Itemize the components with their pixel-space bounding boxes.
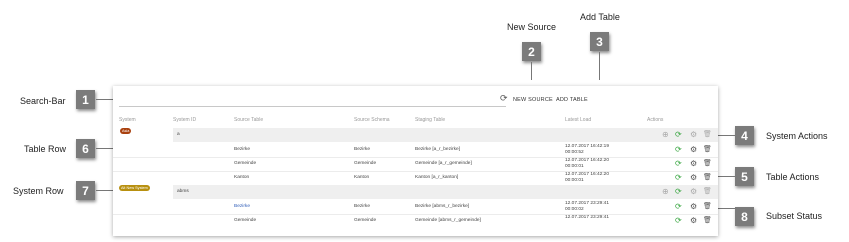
latest-load: 12.07.2017 16:42:20 00:00:01 (565, 158, 609, 170)
refresh-icon[interactable]: ⟳ (675, 145, 682, 155)
callout-badge-2: 2 (522, 42, 541, 61)
table-row[interactable]: Bezirke Bezirke Bezirke [abms_r_bezirke]… (113, 200, 718, 214)
callout-label-add-table: Add Table (580, 12, 620, 22)
staging-table: Bezirke [a_r_bezirke] (415, 147, 461, 152)
settings-icon[interactable]: ⚙ (690, 159, 697, 169)
settings-icon[interactable]: ⚙ (690, 202, 697, 212)
header-staging-table: Staging Table (415, 117, 446, 123)
system-badge: Asia (120, 128, 132, 134)
source-schema: Gemeinde (354, 161, 377, 166)
table-row[interactable]: Gemeinde Gemeinde Gemeinde [a_r_gemeinde… (113, 157, 718, 171)
callout-badge-4: 4 (735, 126, 754, 145)
latest-load-date: 12.07.2017 23:29:41 (565, 201, 610, 206)
latest-load-duration: 00:00:01 (565, 164, 584, 169)
header-latest-load: Latest Load (565, 117, 592, 123)
callout-badge-3: 3 (590, 32, 609, 51)
source-table: Bezirke (234, 147, 250, 152)
latest-load-duration: 00:00:02 (565, 207, 584, 212)
delete-icon[interactable]: 🗑 (703, 202, 712, 212)
system-badge: Alt New System (119, 185, 150, 191)
callout-label-search-bar: Search-Bar (20, 96, 66, 106)
sources-panel: ⟳ NEW SOURCE ADD TABLE System System ID … (113, 86, 718, 236)
settings-icon[interactable]: ⚙ (690, 130, 697, 140)
delete-icon[interactable]: 🗑 (703, 159, 712, 169)
header-system: System (119, 117, 136, 123)
header-system-id: System ID (173, 117, 197, 123)
table-row[interactable]: Bezirke Bezirke Bezirke [a_r_bezirke] 12… (113, 143, 718, 157)
staging-table: Bezirke [abms_r_bezirke] (415, 204, 470, 209)
source-table: Gemeinde (234, 161, 257, 166)
refresh-icon[interactable]: ⟳ (675, 216, 682, 226)
table-row[interactable]: Kanton Kanton Kanton [a_r_kanton] 12.07.… (113, 171, 718, 185)
settings-icon[interactable]: ⚙ (690, 173, 697, 183)
callout-label-system-actions: System Actions (766, 131, 828, 141)
callout-badge-6: 6 (76, 139, 95, 158)
refresh-icon[interactable]: ⟳ (500, 93, 508, 104)
latest-load: 12.07.2017 23:29:41 00:00:02 (565, 201, 609, 213)
source-schema: Bezirke (354, 147, 370, 152)
table-row[interactable]: Gemeinde Gemeinde Gemeinde [abms_r_gemei… (113, 214, 718, 228)
refresh-icon[interactable]: ⟳ (675, 130, 682, 140)
header-actions: Actions (647, 117, 664, 123)
staging-table: Gemeinde [abms_r_gemeinde] (415, 218, 481, 223)
callout-line-3 (599, 52, 600, 80)
delete-icon[interactable]: 🗑 (703, 216, 712, 226)
source-schema: Kanton (354, 175, 370, 180)
settings-icon[interactable]: ⚙ (690, 216, 697, 226)
settings-icon[interactable]: ⚙ (690, 145, 697, 155)
source-schema: Bezirke (354, 204, 370, 209)
latest-load-date: 12.07.2017 16:42:20 (565, 158, 610, 163)
refresh-icon[interactable]: ⟳ (675, 187, 682, 197)
latest-load: 12.07.2017 23:29:41 (565, 215, 609, 221)
latest-load-duration: 00:00:01 (565, 178, 584, 183)
staging-table: Kanton [a_r_kanton] (415, 175, 459, 180)
callout-line-5 (716, 176, 735, 177)
delete-icon[interactable]: 🗑 (703, 130, 712, 140)
callout-badge-8: 8 (735, 207, 754, 226)
latest-load-date: 12.07.2017 23:29:41 (565, 215, 610, 220)
add-table-icon[interactable]: ⊕ (662, 130, 669, 140)
delete-icon[interactable]: 🗑 (703, 173, 712, 183)
callout-line-4 (716, 135, 735, 136)
refresh-icon[interactable]: ⟳ (675, 202, 682, 212)
delete-icon[interactable]: 🗑 (703, 187, 712, 197)
source-table: Gemeinde (234, 218, 257, 223)
callout-label-table-row: Table Row (24, 144, 67, 154)
settings-icon[interactable]: ⚙ (690, 187, 697, 197)
callout-label-system-row: System Row (13, 186, 64, 196)
delete-icon[interactable]: 🗑 (703, 145, 712, 155)
search-input[interactable]: ⟳ (119, 92, 508, 107)
callout-line-2 (531, 62, 532, 80)
header-source-schema: Source Schema (354, 117, 390, 123)
callout-label-new-source: New Source (507, 22, 557, 32)
system-id: abms (177, 189, 189, 194)
system-row[interactable]: a ⊕ ⟳ ⚙ 🗑 (173, 128, 718, 142)
latest-load-date: 12.07.2017 16:42:20 (565, 172, 610, 177)
callout-label-table-actions: Table Actions (766, 172, 820, 182)
new-source-button[interactable]: NEW SOURCE (513, 97, 553, 103)
callout-label-subset-status: Subset Status (766, 211, 823, 221)
latest-load: 12.07.2017 16:42:19 00:00:52 (565, 144, 609, 156)
source-table: Kanton (234, 175, 250, 180)
add-table-icon[interactable]: ⊕ (662, 187, 669, 197)
refresh-icon[interactable]: ⟳ (675, 159, 682, 169)
refresh-icon[interactable]: ⟳ (675, 173, 682, 183)
system-row[interactable]: abms ⊕ ⟳ ⚙ 🗑 (173, 185, 718, 199)
add-table-button[interactable]: ADD TABLE (556, 97, 588, 103)
callout-badge-7: 7 (76, 181, 95, 200)
source-table[interactable]: Bezirke (234, 204, 250, 209)
callout-badge-5: 5 (735, 167, 754, 186)
callout-badge-1: 1 (76, 90, 95, 109)
latest-load-duration: 00:00:52 (565, 150, 584, 155)
source-schema: Gemeinde (354, 218, 377, 223)
latest-load: 12.07.2017 16:42:20 00:00:01 (565, 172, 609, 184)
staging-table: Gemeinde [a_r_gemeinde] (415, 161, 472, 166)
system-id: a (177, 132, 180, 137)
latest-load-date: 12.07.2017 16:42:19 (565, 144, 610, 149)
header-source-table: Source Table (234, 117, 264, 123)
